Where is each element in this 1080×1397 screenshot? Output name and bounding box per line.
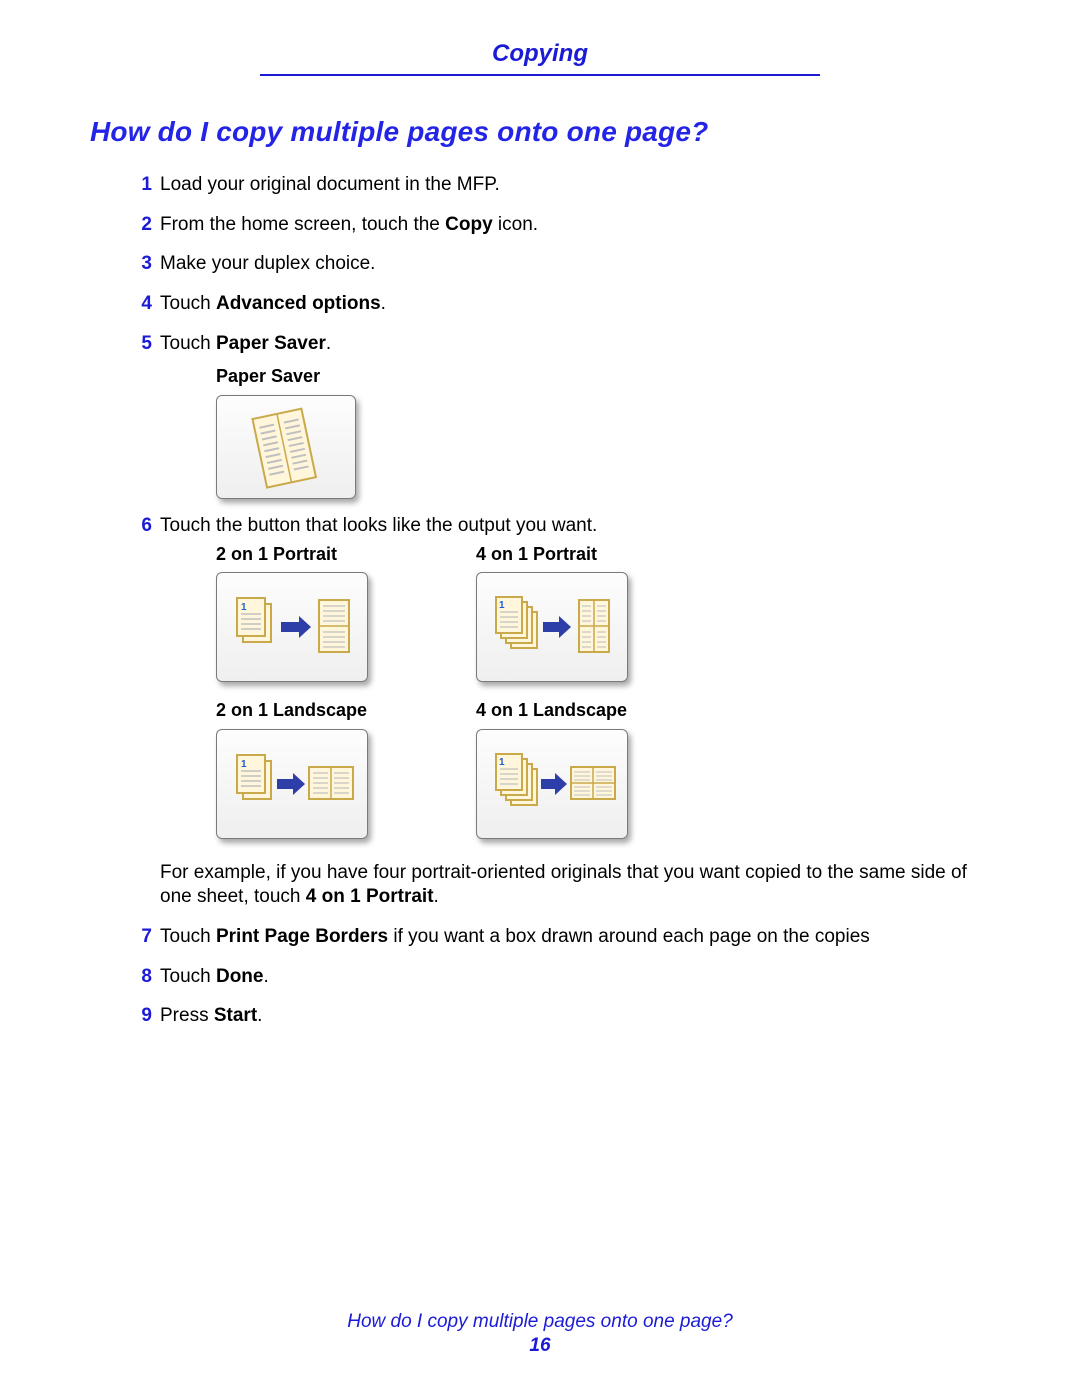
step-text-bold: Paper Saver (216, 333, 326, 354)
step-6: Touch the button that looks like the out… (130, 513, 990, 911)
step-2: From the home screen, touch the Copy ico… (130, 212, 990, 238)
option-2on1-portrait: 2 on 1 Portrait 1 (216, 542, 476, 698)
step-text: Touch the button that looks like the out… (160, 515, 597, 536)
paper-saver-label: Paper Saver (216, 364, 990, 388)
svg-text:1: 1 (499, 600, 505, 611)
four-on-one-landscape-icon: 1 (487, 739, 617, 829)
option-button-4on1-landscape[interactable]: 1 (476, 729, 628, 839)
paper-saver-icon (231, 405, 341, 489)
two-on-one-portrait-icon: 1 (227, 582, 357, 672)
step-9: Press Start. (130, 1003, 990, 1029)
section-header: Copying (90, 40, 990, 68)
section-rule (260, 74, 820, 76)
steps-list: Load your original document in the MFP. … (90, 172, 990, 1029)
step-5: Touch Paper Saver. Paper Saver (130, 331, 990, 499)
option-button-2on1-landscape[interactable]: 1 (216, 729, 368, 839)
step-text-pre: Touch (160, 926, 216, 947)
four-on-one-portrait-icon: 1 (487, 582, 617, 672)
paper-saver-options: 2 on 1 Portrait 1 (216, 542, 990, 855)
example-bold: 4 on 1 Portrait (306, 886, 434, 907)
svg-text:1: 1 (241, 759, 247, 770)
two-on-one-landscape-icon: 1 (227, 739, 357, 829)
step-text-pre: Touch (160, 293, 216, 314)
option-label: 4 on 1 Landscape (476, 698, 736, 722)
option-label: 2 on 1 Landscape (216, 698, 476, 722)
step-text-pre: Press (160, 1005, 214, 1026)
step-text-pre: Touch (160, 966, 216, 987)
step-text-post: . (263, 966, 268, 987)
footer-page-number: 16 (0, 1335, 1080, 1357)
step-4: Touch Advanced options. (130, 291, 990, 317)
step-text-post: . (381, 293, 386, 314)
option-2on1-landscape: 2 on 1 Landscape 1 (216, 698, 476, 854)
option-4on1-landscape: 4 on 1 Landscape 1 (476, 698, 736, 854)
step-text-pre: Touch (160, 333, 216, 354)
paper-saver-button[interactable] (216, 395, 356, 499)
option-4on1-portrait: 4 on 1 Portrait 1 (476, 542, 736, 698)
step-text-bold: Advanced options (216, 293, 381, 314)
example-post: . (434, 886, 439, 907)
step-7: Touch Print Page Borders if you want a b… (130, 924, 990, 950)
step-text: Make your duplex choice. (160, 253, 375, 274)
step-1: Load your original document in the MFP. (130, 172, 990, 198)
option-label: 4 on 1 Portrait (476, 542, 736, 566)
svg-text:1: 1 (499, 757, 505, 768)
step-text: Load your original document in the MFP. (160, 174, 500, 195)
option-label: 2 on 1 Portrait (216, 542, 476, 566)
step-text-bold: Copy (445, 214, 493, 235)
svg-text:1: 1 (241, 602, 247, 613)
step-text-post: . (326, 333, 331, 354)
step-text-bold: Print Page Borders (216, 926, 388, 947)
option-button-2on1-portrait[interactable]: 1 (216, 572, 368, 682)
example-pre: For example, if you have four portrait-o… (160, 862, 967, 908)
step-text-bold: Start (214, 1005, 257, 1026)
step-text-post: if you want a box drawn around each page… (388, 926, 870, 947)
step-text-post: . (257, 1005, 262, 1026)
example-text: For example, if you have four portrait-o… (160, 861, 990, 910)
step-text-post: icon. (493, 214, 538, 235)
page-title: How do I copy multiple pages onto one pa… (90, 116, 990, 148)
step-3: Make your duplex choice. (130, 251, 990, 277)
footer-question: How do I copy multiple pages onto one pa… (0, 1311, 1080, 1333)
step-text-bold: Done (216, 966, 264, 987)
step-text-pre: From the home screen, touch the (160, 214, 445, 235)
step-8: Touch Done. (130, 964, 990, 990)
option-button-4on1-portrait[interactable]: 1 (476, 572, 628, 682)
page-footer: How do I copy multiple pages onto one pa… (0, 1311, 1080, 1357)
